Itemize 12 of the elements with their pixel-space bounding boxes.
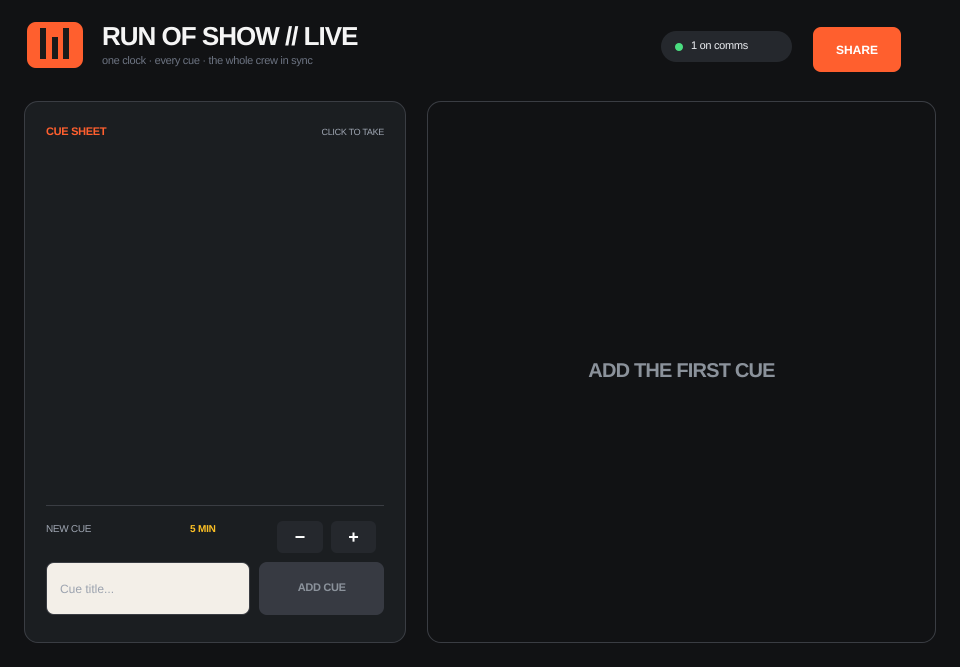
bar-chart-logo-icon xyxy=(27,22,83,68)
app-subtitle: one clock · every cue · the whole crew in sync xyxy=(102,54,314,68)
decrement-button[interactable]: − xyxy=(277,521,323,553)
new-cue-label: NEW CUE xyxy=(46,523,92,537)
panel-title: CUE SHEET xyxy=(46,125,106,140)
cue-title-field[interactable]: Cue title... xyxy=(46,562,250,615)
duration-value: 5 MIN xyxy=(190,523,216,537)
presence-label: 1 on comms xyxy=(691,39,748,54)
increment-button[interactable]: + xyxy=(331,521,376,553)
app-title: RUN OF SHOW // LIVE xyxy=(102,23,358,49)
panel-hint: CLICK TO TAKE xyxy=(322,126,384,138)
empty-message: ADD THE FIRST CUE xyxy=(588,359,775,384)
